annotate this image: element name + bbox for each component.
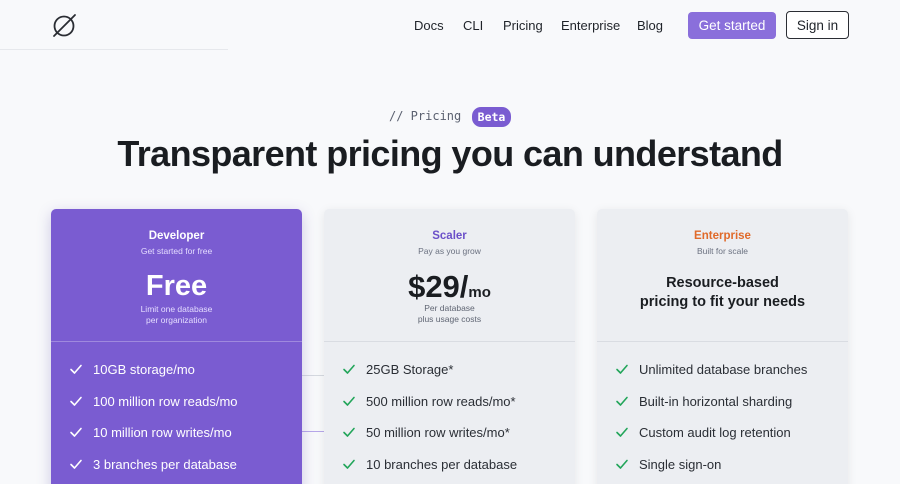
- sign-in-button[interactable]: Sign in: [786, 11, 849, 39]
- plan-name: Developer: [148, 230, 205, 242]
- feature-text: 25GB Storage*: [366, 361, 454, 377]
- feature-item: 10GB storage/mo: [69, 359, 195, 379]
- plan-price-note-line: plus usage costs: [417, 313, 482, 324]
- nav-link-enterprise[interactable]: Enterprise: [561, 18, 620, 33]
- plan-header: Developer Get started for free Free Limi…: [51, 209, 302, 341]
- feature-text: Unlimited database branches: [639, 361, 808, 377]
- feature-item: 500 million row reads/mo*: [342, 391, 516, 411]
- feature-item: Built-in horizontal sharding: [615, 391, 792, 411]
- page-title: Transparent pricing you can understand: [117, 133, 783, 174]
- plan-subtitle: Get started for free: [140, 246, 213, 256]
- plan-header: Enterprise Built for scale Resource-base…: [597, 209, 848, 341]
- feature-text: 10 branches per database: [366, 456, 518, 472]
- check-icon: [616, 427, 628, 437]
- plan-header: Scaler Pay as you grow $29/mo Per databa…: [324, 209, 575, 341]
- plan-price-note-line: per organization: [146, 314, 207, 325]
- plan-price: Free: [145, 270, 208, 302]
- check-icon: [70, 364, 82, 374]
- check-icon: [616, 396, 628, 406]
- feature-item: 3 branches per database: [69, 454, 237, 474]
- plan-card-enterprise: Enterprise Built for scale Resource-base…: [597, 209, 848, 484]
- feature-item: 50 million row writes/mo*: [342, 422, 510, 442]
- check-icon: [343, 459, 355, 469]
- feature-text: 10GB storage/mo: [93, 361, 195, 377]
- plan-price: $29/mo: [324, 269, 575, 305]
- plan-description: Resource-based pricing to fit your needs: [597, 274, 848, 312]
- feature-item: 100 million row reads/mo: [69, 391, 238, 411]
- slashed-circle-logo-icon[interactable]: [50, 12, 78, 40]
- feature-text: Single sign-on: [639, 456, 722, 472]
- plan-divider: [51, 341, 302, 342]
- nav-link-pricing[interactable]: Pricing: [503, 18, 543, 33]
- plan-divider: [324, 341, 575, 342]
- check-icon: [616, 364, 628, 374]
- feature-text: 50 million row writes/mo*: [366, 424, 510, 440]
- pricing-eyebrow: // Pricing: [389, 109, 462, 123]
- plan-price-note: Limit one database per organization: [51, 304, 302, 325]
- check-icon: [343, 427, 355, 437]
- plan-price-note: Per database plus usage costs: [324, 303, 575, 324]
- check-icon: [70, 396, 82, 406]
- check-icon: [70, 427, 82, 437]
- plan-name: Scaler: [432, 230, 467, 242]
- feature-item: 10 million row writes/mo: [69, 422, 232, 442]
- card-connector: [302, 375, 325, 376]
- plan-card-scaler: Scaler Pay as you grow $29/mo Per databa…: [324, 209, 575, 484]
- plan-description-line: pricing to fit your needs: [639, 294, 806, 310]
- nav-link-cli[interactable]: CLI: [463, 18, 483, 33]
- plan-subtitle: Pay as you grow: [418, 246, 481, 256]
- get-started-button[interactable]: Get started: [688, 12, 776, 39]
- nav-link-blog[interactable]: Blog: [637, 18, 663, 33]
- feature-item: 25GB Storage*: [342, 359, 453, 379]
- feature-text: 100 million row reads/mo: [93, 393, 238, 409]
- card-connector: [302, 431, 325, 432]
- check-icon: [343, 364, 355, 374]
- feature-text: 10 million row writes/mo: [93, 424, 232, 440]
- plan-price-amount: $29/: [408, 269, 469, 304]
- plan-price-note-line: Limit one database: [140, 304, 213, 314]
- plan-price-period: mo: [468, 284, 491, 301]
- feature-item: Single sign-on: [615, 454, 721, 474]
- feature-text: Built-in horizontal sharding: [639, 393, 793, 409]
- check-icon: [343, 396, 355, 406]
- feature-text: 3 branches per database: [93, 456, 237, 472]
- header-divider: [0, 49, 228, 50]
- feature-item: Unlimited database branches: [615, 359, 807, 379]
- plan-description-line: Resource-based: [666, 275, 779, 291]
- feature-text: Custom audit log retention: [639, 424, 791, 440]
- plan-subtitle: Built for scale: [696, 246, 749, 256]
- plan-divider: [597, 341, 848, 342]
- check-icon: [70, 459, 82, 469]
- top-nav: Docs CLI Pricing Enterprise Blog Get sta…: [0, 0, 900, 50]
- plan-price-note-line: Per database: [424, 303, 475, 313]
- feature-item: 10 branches per database: [342, 454, 517, 474]
- beta-badge: Beta: [472, 107, 511, 127]
- feature-item: Custom audit log retention: [615, 422, 791, 442]
- nav-link-docs[interactable]: Docs: [414, 18, 444, 33]
- plan-card-developer: Developer Get started for free Free Limi…: [51, 209, 302, 484]
- feature-text: 500 million row reads/mo*: [366, 393, 516, 409]
- check-icon: [616, 459, 628, 469]
- plan-name: Enterprise: [694, 230, 751, 242]
